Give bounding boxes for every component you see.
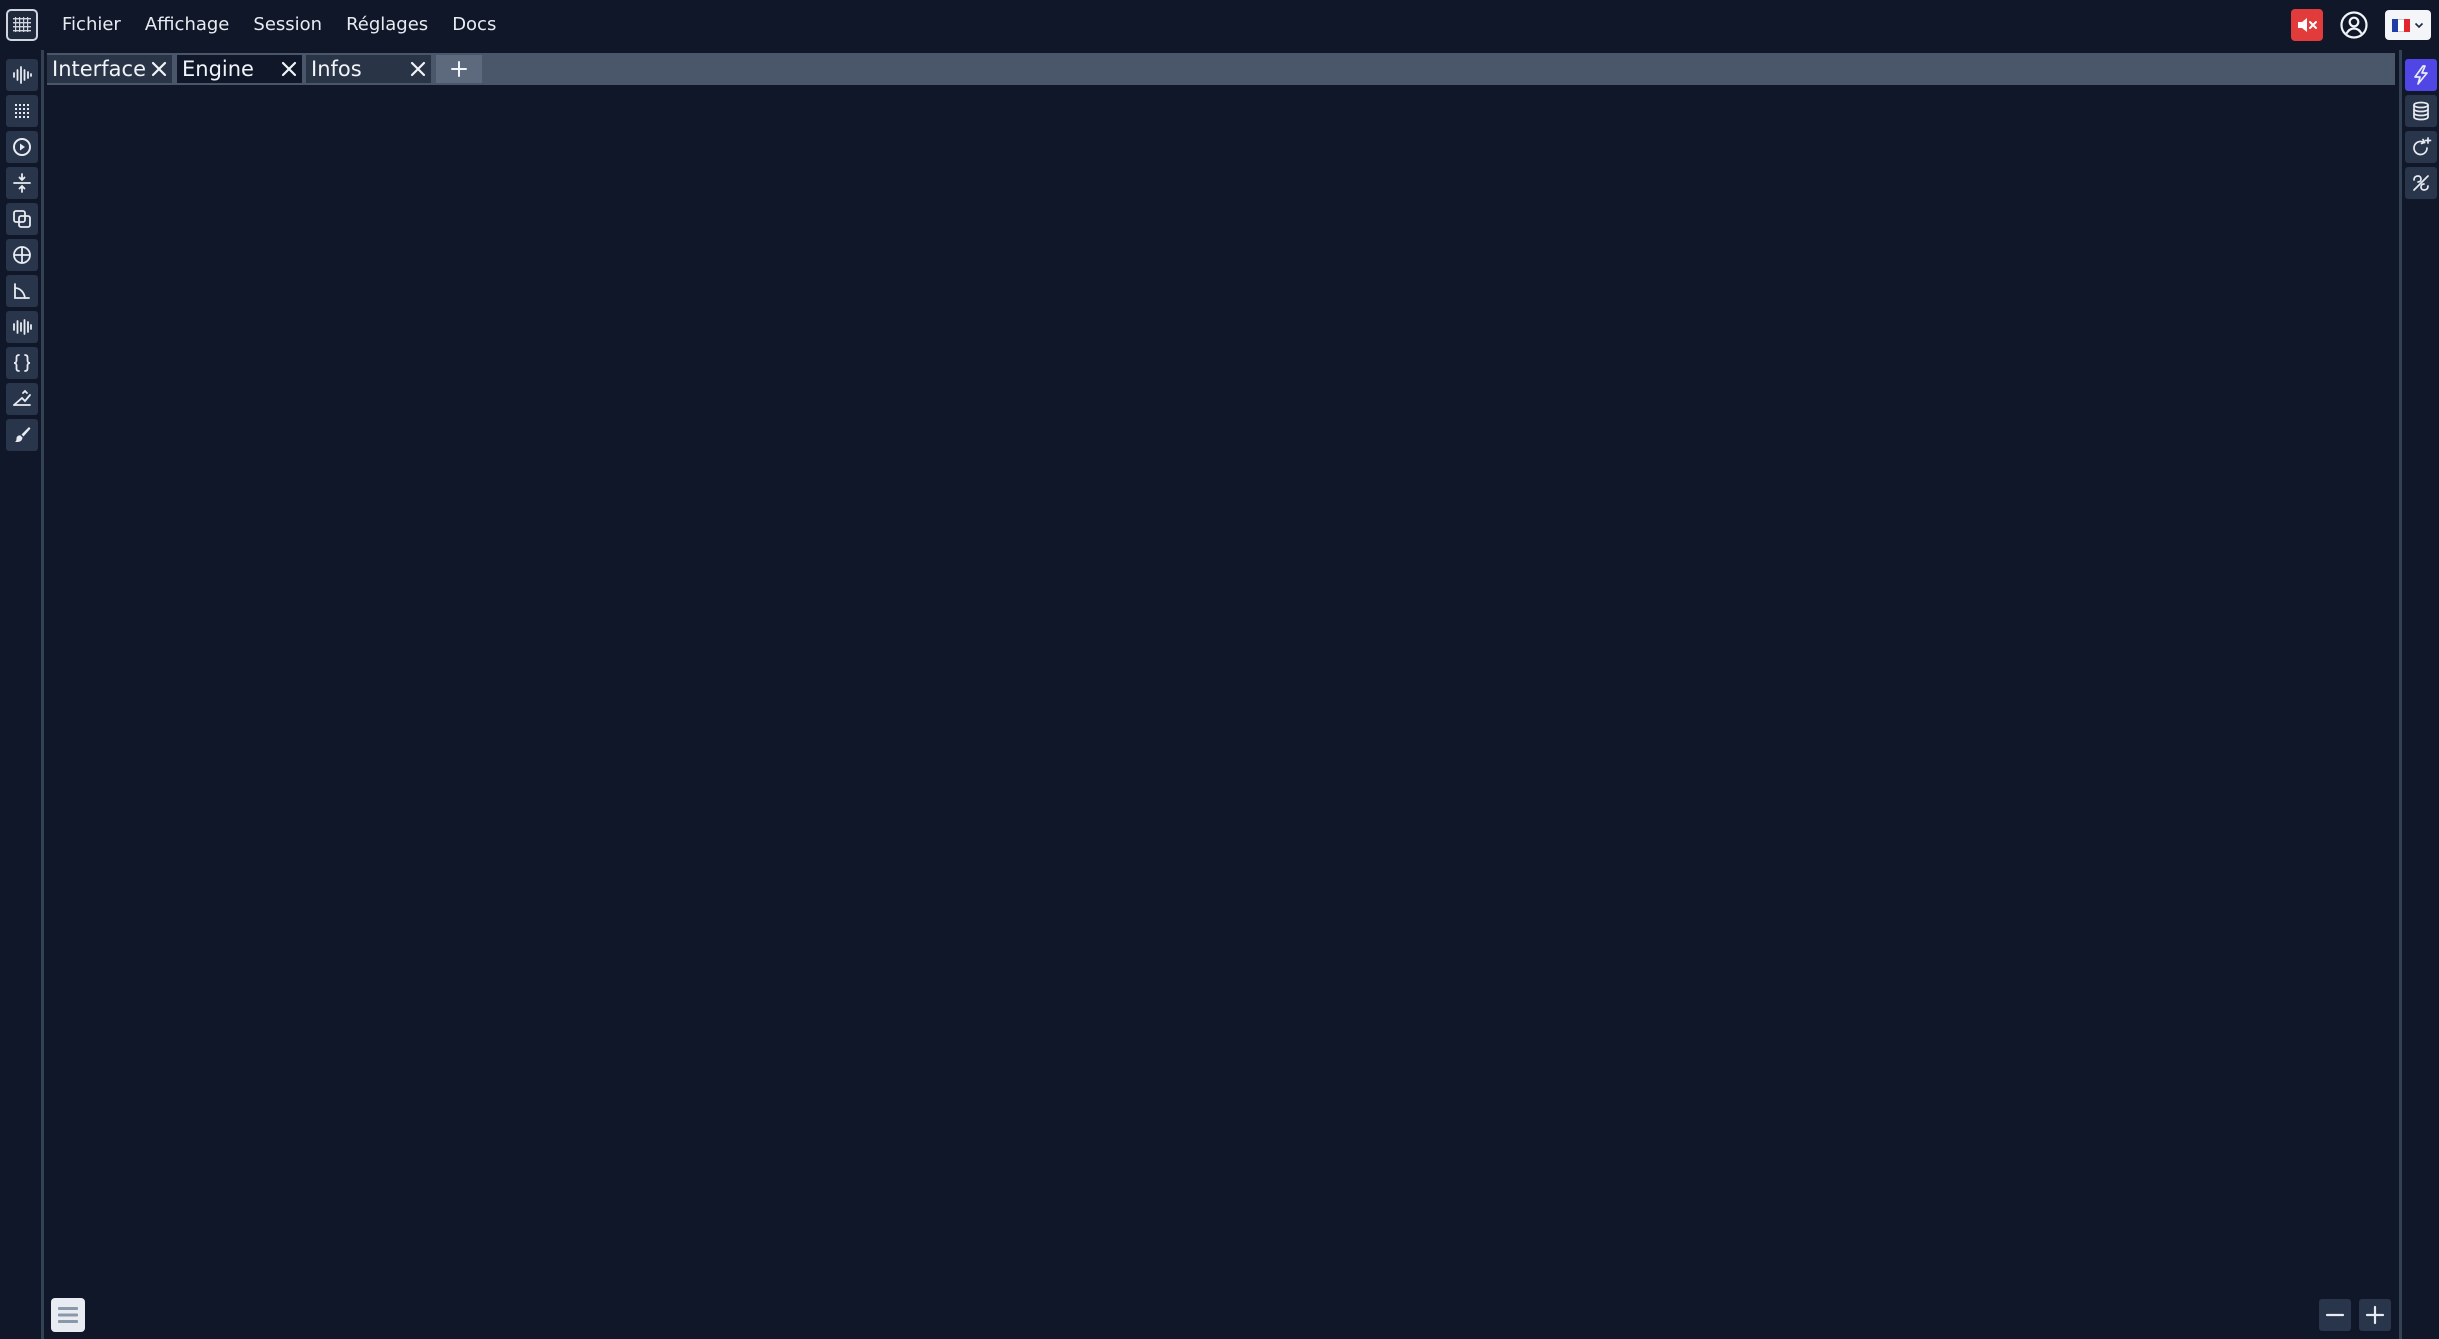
language-select[interactable] <box>2385 10 2431 40</box>
zoom-out-button[interactable] <box>2319 1299 2351 1331</box>
ramp-icon <box>13 389 31 406</box>
tab-label: Infos <box>311 57 362 81</box>
grid-icon <box>15 104 29 118</box>
refresh-panel-button[interactable] <box>2405 131 2437 163</box>
main-menu: Fichier Affichage Session Réglages Docs <box>50 0 508 50</box>
waveform-icon <box>13 66 32 84</box>
menu-reglages[interactable]: Réglages <box>334 0 440 50</box>
play-circle-icon <box>13 138 31 156</box>
database-icon <box>2413 101 2429 121</box>
plus-icon <box>451 61 467 77</box>
lightning-icon <box>2414 65 2428 85</box>
add-tab-button[interactable] <box>436 55 482 83</box>
menu-affichage[interactable]: Affichage <box>133 0 242 50</box>
brush-icon <box>15 427 31 442</box>
brush-tool-button[interactable] <box>6 419 38 451</box>
angle-icon <box>14 283 30 299</box>
app-logo-icon[interactable] <box>6 9 38 41</box>
right-toolbar <box>2399 50 2439 1339</box>
layers-icon <box>13 210 31 228</box>
user-circle-icon <box>2340 11 2368 39</box>
options-button[interactable] <box>51 1298 85 1332</box>
tab-label: Engine <box>182 57 254 81</box>
move-tool-button[interactable] <box>6 167 38 199</box>
top-right-controls <box>2291 9 2431 41</box>
mute-button[interactable] <box>2291 9 2323 41</box>
move-vertical-icon <box>13 173 31 193</box>
tab-infos[interactable]: Infos <box>306 55 431 83</box>
menu-docs[interactable]: Docs <box>440 0 508 50</box>
tab-label: Interface <box>52 57 147 81</box>
user-account-button[interactable] <box>2337 8 2371 42</box>
tab-interface[interactable]: Interface <box>47 55 172 83</box>
chevron-down-icon <box>2414 22 2424 29</box>
ramp-tool-button[interactable] <box>6 383 38 415</box>
globe-tool-button[interactable] <box>6 239 38 271</box>
lightning-panel-button[interactable] <box>2405 59 2437 91</box>
menu-fichier[interactable]: Fichier <box>50 0 133 50</box>
refresh-plus-icon <box>2413 137 2432 156</box>
zoom-in-button[interactable] <box>2359 1299 2391 1331</box>
tab-bar: Interface Engine Infos <box>47 53 2395 85</box>
left-toolbar <box>0 50 44 1339</box>
tab-engine[interactable]: Engine <box>177 55 302 83</box>
angle-tool-button[interactable] <box>6 275 38 307</box>
code-tool-button[interactable] <box>6 347 38 379</box>
list-icon <box>58 1307 78 1323</box>
globe-icon <box>13 246 31 264</box>
plus-icon <box>2365 1305 2385 1325</box>
audio-bars-tool-button[interactable] <box>6 311 38 343</box>
audio-bars-icon <box>13 319 32 335</box>
menu-session[interactable]: Session <box>241 0 334 50</box>
links-icon <box>2413 175 2429 191</box>
braces-icon <box>13 354 31 372</box>
close-icon[interactable] <box>407 58 429 80</box>
top-menu-bar: Fichier Affichage Session Réglages Docs <box>0 0 2439 50</box>
database-panel-button[interactable] <box>2405 95 2437 127</box>
close-icon[interactable] <box>148 58 170 80</box>
minus-icon <box>2325 1313 2345 1317</box>
waveform-tool-button[interactable] <box>6 59 38 91</box>
speaker-muted-icon <box>2298 18 2317 32</box>
close-icon[interactable] <box>278 58 300 80</box>
grid-tool-button[interactable] <box>6 95 38 127</box>
france-flag-icon <box>2392 18 2410 32</box>
links-panel-button[interactable] <box>2405 167 2437 199</box>
layers-tool-button[interactable] <box>6 203 38 235</box>
play-tool-button[interactable] <box>6 131 38 163</box>
engine-workspace[interactable] <box>47 85 2395 1339</box>
